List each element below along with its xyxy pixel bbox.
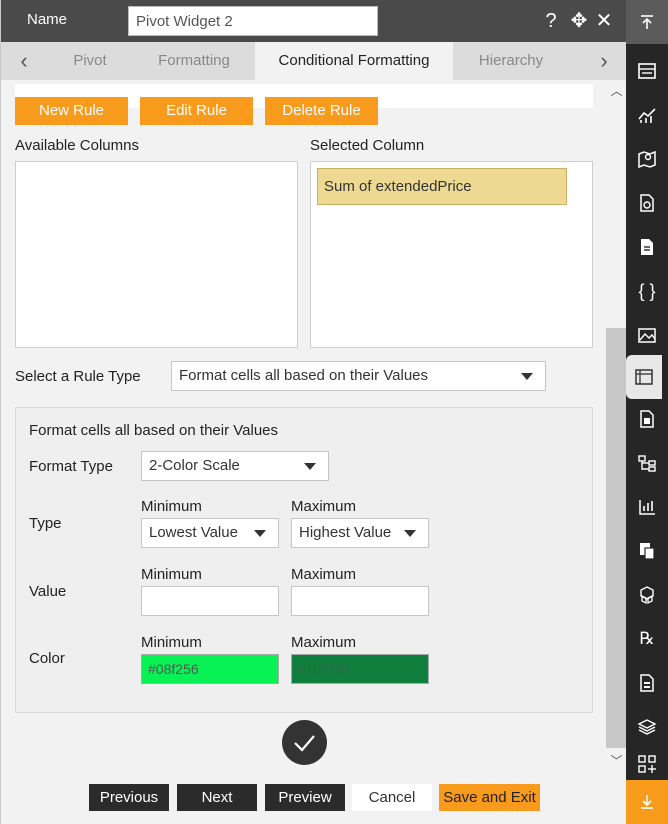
format-box-title: Format cells all based on their Values <box>29 422 279 439</box>
copy-icon[interactable] <box>626 529 668 573</box>
edit-rule-button[interactable]: Edit Rule <box>140 97 253 125</box>
save-and-exit-button[interactable]: Save and Exit <box>439 784 540 811</box>
format-settings-box: Format cells all based on their Values F… <box>15 407 593 713</box>
apply-check-button[interactable] <box>282 720 327 765</box>
chevron-down-icon <box>521 373 533 380</box>
format-type-label: Format Type <box>29 458 113 475</box>
check-icon <box>294 735 315 752</box>
map-icon[interactable] <box>626 137 668 181</box>
calculator-icon[interactable] <box>626 397 668 441</box>
value-min-input[interactable] <box>141 586 279 616</box>
color-min-input[interactable]: #08f256 <box>141 654 279 684</box>
color-max-label: Maximum <box>291 634 357 651</box>
image-icon[interactable] <box>626 313 668 357</box>
tab-conditional-formatting[interactable]: Conditional Formatting <box>255 42 453 80</box>
chevron-down-icon <box>254 530 266 537</box>
value-max-label: Maximum <box>291 566 357 583</box>
next-button[interactable]: Next <box>177 784 257 811</box>
tab-prev-arrow-icon[interactable]: ‹ <box>9 42 39 80</box>
tree-icon[interactable] <box>626 441 668 485</box>
rule-type-label: Select a Rule Type <box>15 368 141 385</box>
format-type-select[interactable]: 2-Color Scale <box>141 451 329 481</box>
value-min-label: Minimum <box>141 566 202 583</box>
report-icon[interactable] <box>626 181 668 225</box>
type-max-select[interactable]: Highest Value <box>291 518 429 548</box>
delete-rule-button[interactable]: Delete Rule <box>265 97 378 125</box>
type-max-label: Maximum <box>291 498 357 515</box>
rule-type-value: Format cells all based on their Values <box>179 367 429 384</box>
tab-pivot[interactable]: Pivot <box>57 42 123 80</box>
cube-icon[interactable] <box>626 573 668 617</box>
new-rule-button[interactable]: New Rule <box>15 97 128 125</box>
type-min-label: Minimum <box>141 498 202 515</box>
close-icon[interactable]: ✕ <box>592 8 616 34</box>
type-max-value: Highest Value <box>299 524 392 541</box>
list-icon[interactable] <box>626 661 668 705</box>
name-label: Name <box>27 11 68 28</box>
chart-icon[interactable] <box>626 93 668 137</box>
editor-header: Name ? ✥ ✕ <box>1 0 627 42</box>
download-icon[interactable] <box>626 780 668 824</box>
collapse-up-icon[interactable] <box>626 0 668 44</box>
kpi-icon[interactable] <box>626 485 668 529</box>
scroll-up-icon[interactable]: ︿ <box>606 82 627 99</box>
type-min-value: Lowest Value <box>149 524 238 541</box>
widget-name-input[interactable] <box>128 6 378 36</box>
rx-icon[interactable]: ℞ <box>626 617 668 661</box>
selected-column-label: Selected Column <box>310 137 425 154</box>
table-icon[interactable] <box>626 49 668 93</box>
widget-editor-panel: Name ? ✥ ✕ ‹ Pivot Formatting Conditiona… <box>0 0 627 824</box>
preview-button[interactable]: Preview <box>265 784 345 811</box>
color-max-input[interactable]: #107f3d <box>291 654 429 684</box>
available-columns-list[interactable] <box>15 161 298 348</box>
available-columns-label: Available Columns <box>15 137 139 154</box>
document-icon[interactable] <box>626 225 668 269</box>
format-type-value: 2-Color Scale <box>149 457 240 474</box>
tab-formatting[interactable]: Formatting <box>149 42 239 80</box>
json-icon[interactable]: { } <box>626 269 668 313</box>
value-label: Value <box>29 583 67 600</box>
tab-bar: ‹ Pivot Formatting Conditional Formattin… <box>1 42 627 80</box>
type-min-select[interactable]: Lowest Value <box>141 518 279 548</box>
cancel-button[interactable]: Cancel <box>352 784 432 811</box>
previous-button[interactable]: Previous <box>89 784 169 811</box>
tab-hierarchy[interactable]: Hierarchy <box>467 42 555 80</box>
scrollbar-thumb[interactable] <box>606 328 627 748</box>
chevron-down-icon <box>404 530 416 537</box>
pivot-icon[interactable] <box>626 355 662 399</box>
move-icon[interactable]: ✥ <box>567 8 591 34</box>
tab-next-arrow-icon[interactable]: › <box>589 42 619 80</box>
widget-type-sidebar: { } ℞ <box>626 0 668 824</box>
rule-type-select[interactable]: Format cells all based on their Values <box>171 361 546 391</box>
value-max-input[interactable] <box>291 586 429 616</box>
selected-column-item[interactable]: Sum of extendedPrice <box>317 168 567 205</box>
color-label: Color <box>29 650 65 667</box>
help-icon[interactable]: ? <box>539 8 563 34</box>
conditional-formatting-content: New Rule Edit Rule Delete Rule Available… <box>1 80 627 770</box>
chevron-down-icon <box>304 463 316 470</box>
color-min-label: Minimum <box>141 634 202 651</box>
scroll-down-icon[interactable]: ﹀ <box>606 752 627 769</box>
type-label: Type <box>29 515 62 532</box>
